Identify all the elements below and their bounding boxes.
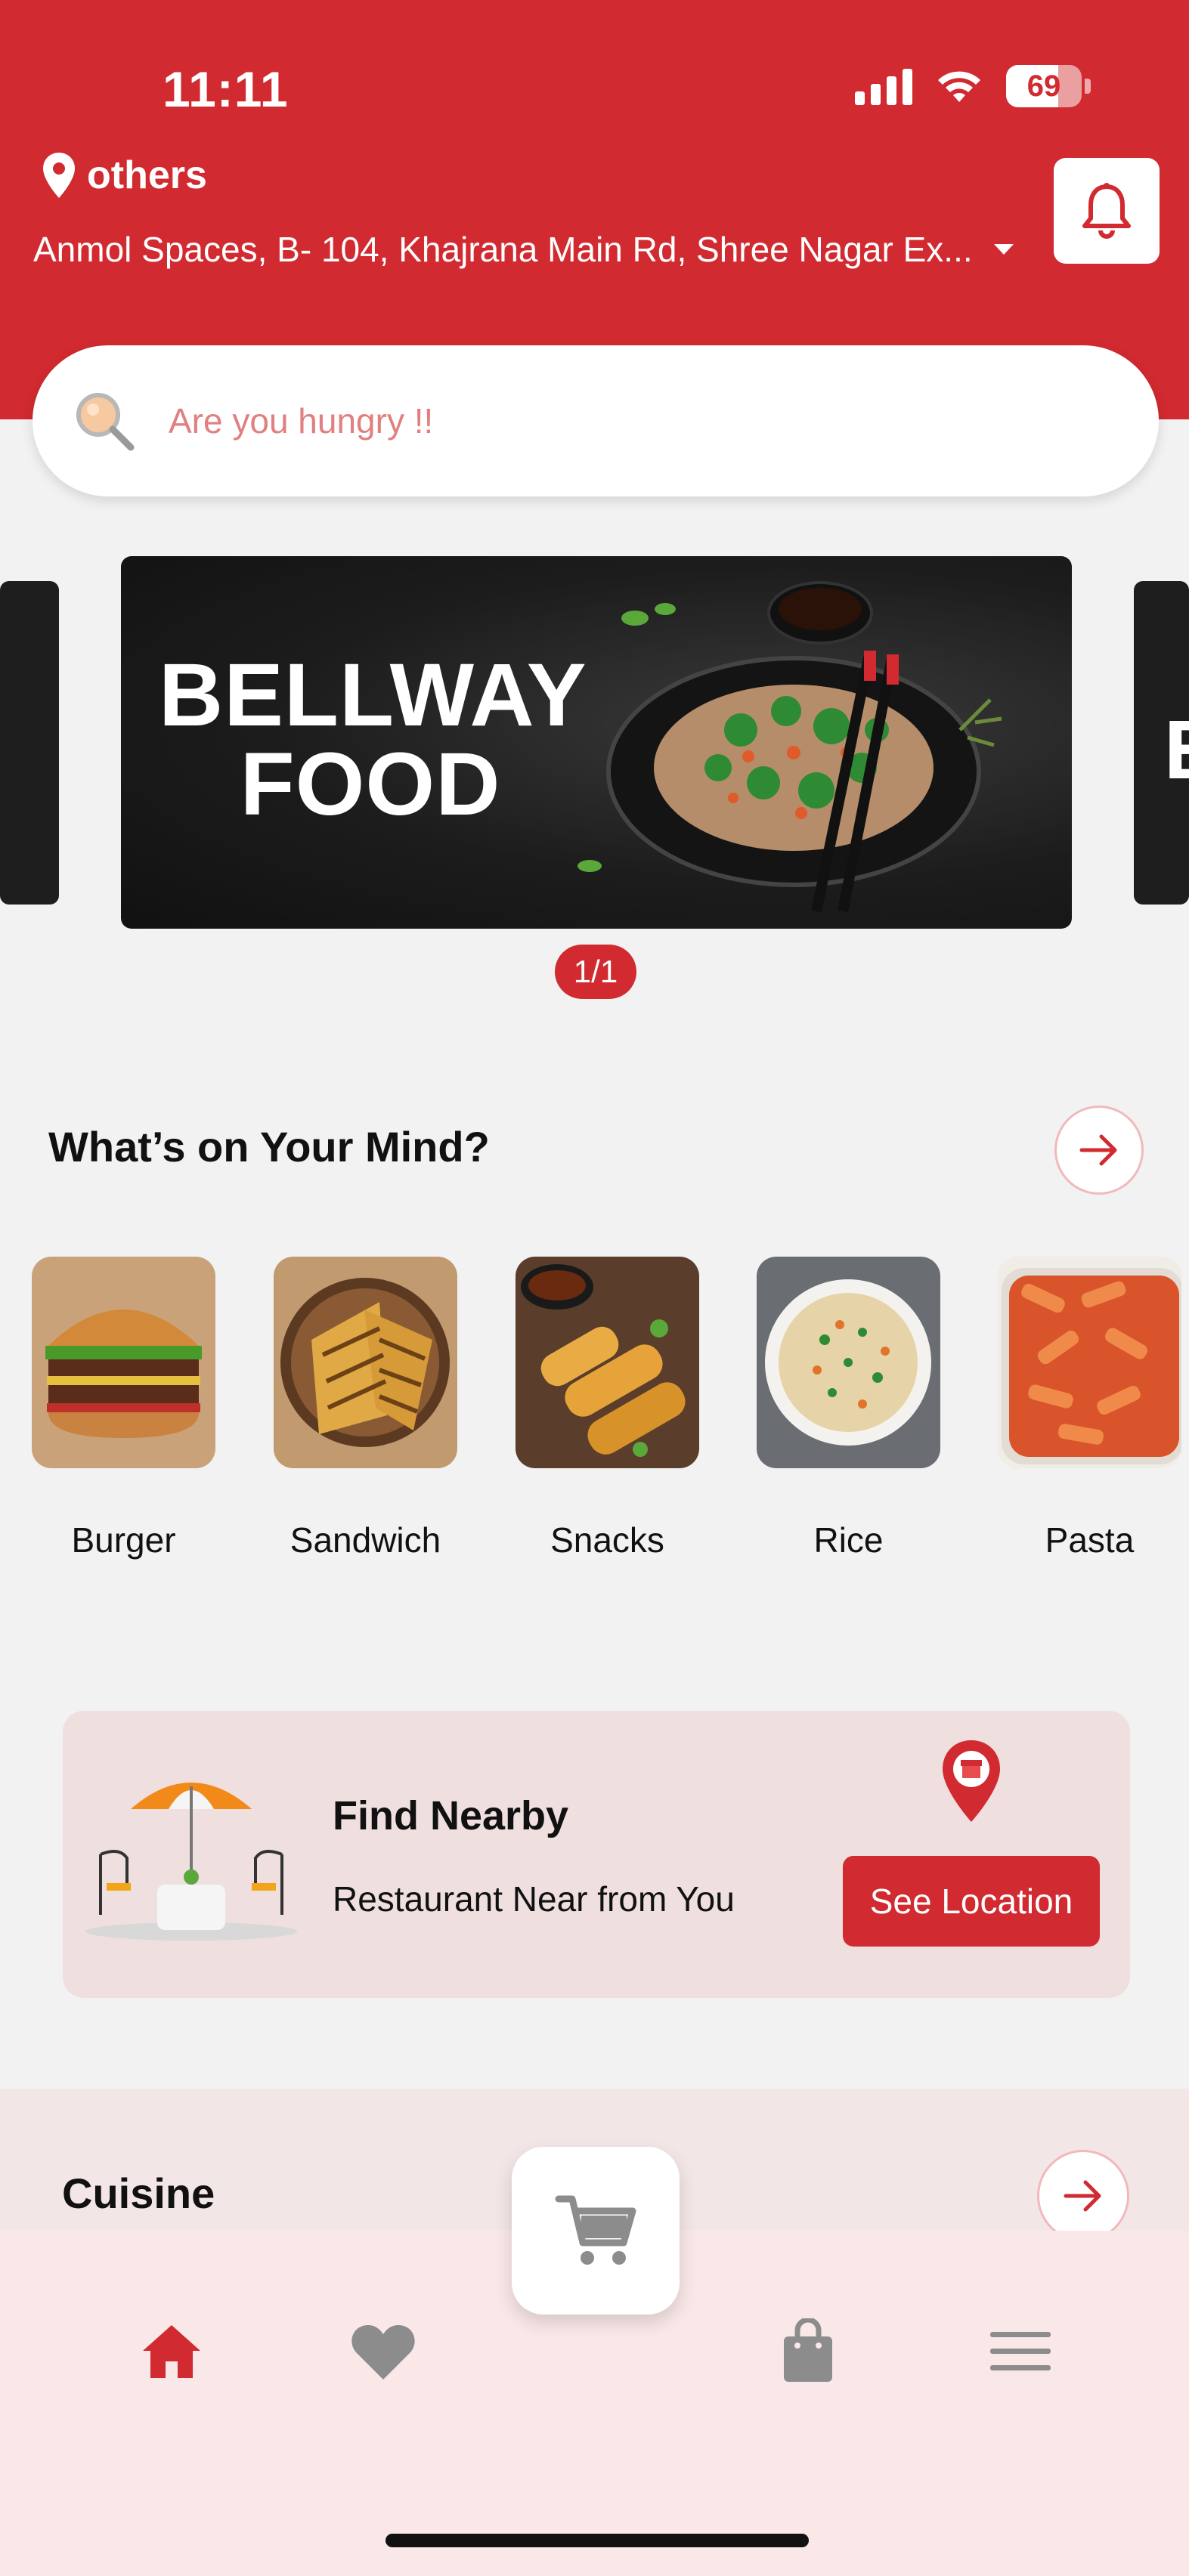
nearby-subtitle: Restaurant Near from You [333,1879,735,1919]
category-label: Rice [813,1520,884,1560]
category-rice[interactable]: Rice [757,1257,940,1560]
heart-icon[interactable] [350,2322,416,2383]
sandwich-image [274,1257,457,1468]
category-burger[interactable]: Burger [32,1257,215,1560]
category-label: Pasta [1045,1520,1135,1560]
nearby-title: Find Nearby [333,1793,569,1838]
category-sandwich[interactable]: Sandwich [274,1257,457,1560]
burger-image [32,1257,215,1468]
search-icon [76,393,135,451]
battery-level: 69 [1026,69,1061,103]
snacks-image [516,1257,699,1468]
location-selector[interactable]: others [42,151,207,199]
battery-icon: 69 [1006,65,1082,107]
location-pin-icon [43,153,75,198]
banner-next-peek[interactable]: E [1134,581,1189,905]
signal-icon [855,67,912,105]
bag-icon[interactable] [781,2318,835,2383]
see-location-button[interactable]: See Location [843,1856,1100,1947]
banner-pager: 1/1 [555,945,636,999]
restaurant-table-illustration [85,1783,297,1941]
wifi-icon [938,71,980,102]
banner-prev-peek[interactable] [0,581,59,905]
category-snacks[interactable]: Snacks [516,1257,699,1560]
status-indicators: 69 [855,65,1091,107]
home-icon[interactable] [140,2322,203,2381]
notifications-button[interactable] [1054,158,1160,264]
banner-title: BELLWAY FOOD [159,645,587,834]
arrow-right-icon [1079,1134,1117,1166]
category-pasta[interactable]: Pasta [998,1257,1181,1560]
status-time: 11:11 [163,61,289,117]
arrow-right-icon [1064,2180,1101,2212]
find-nearby-card: Find Nearby Restaurant Near from You See… [63,1711,1130,1998]
category-label: Burger [71,1520,176,1560]
search-bar[interactable]: Are you hungry !! [33,345,1159,496]
home-indicator [385,2534,809,2547]
menu-icon[interactable] [990,2332,1051,2371]
category-label: Sandwich [290,1520,441,1560]
address-dropdown[interactable]: Anmol Spaces, B- 104, Khajrana Main Rd, … [33,229,1014,270]
caret-down-icon [993,244,1014,255]
address-text: Anmol Spaces, B- 104, Khajrana Main Rd, … [33,230,973,269]
store-location-pin-icon [943,1740,1000,1822]
search-input[interactable]: Are you hungry !! [169,400,433,441]
rice-image [757,1257,940,1468]
mind-see-all-button[interactable] [1054,1106,1144,1195]
bell-icon [1082,183,1131,239]
cuisine-see-all-button[interactable] [1037,2150,1129,2242]
category-label: Snacks [550,1520,664,1560]
mind-section-title: What’s on Your Mind? [48,1123,490,1170]
location-name: others [87,153,207,197]
cuisine-section-title: Cuisine [62,2169,215,2217]
cart-button[interactable] [512,2147,680,2315]
cart-icon [555,2195,636,2265]
food-bowl-image [577,581,1002,913]
pasta-image [998,1257,1181,1468]
promo-banner[interactable]: BELLWAY FOOD [121,556,1072,929]
